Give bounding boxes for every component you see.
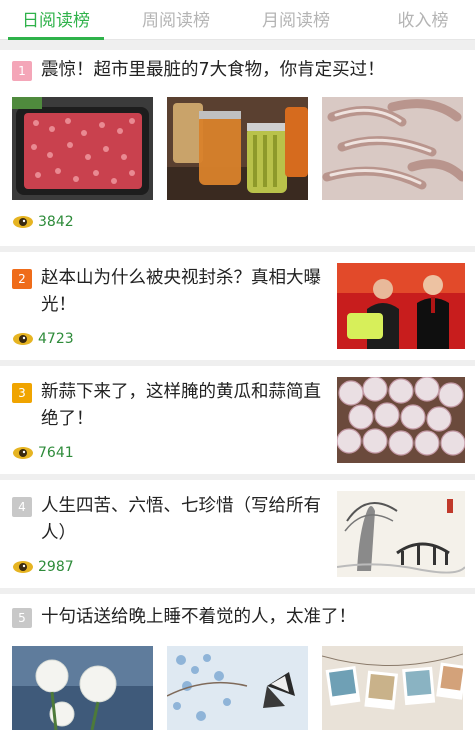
tab-income[interactable]: 收入榜 bbox=[375, 6, 471, 31]
article-title: 人生四苦、六悟、七珍惜（写给所有人） bbox=[41, 496, 321, 543]
hanging-polaroids-photo bbox=[322, 646, 463, 730]
eye-icon bbox=[13, 447, 33, 459]
white-flowers-photo bbox=[12, 646, 153, 730]
rank-badge: 4 bbox=[12, 497, 32, 517]
raw-shrimp-photo bbox=[322, 97, 463, 200]
list-item[interactable]: 2 赵本山为什么被央视封杀？真相大曝光！ 4723 bbox=[0, 252, 475, 358]
view-count-value: 2987 bbox=[38, 559, 74, 575]
ranking-tabs: 日阅读榜 周阅读榜 月阅读榜 收入榜 bbox=[0, 0, 475, 40]
rank-badge: 5 bbox=[12, 608, 32, 628]
tab-weekly[interactable]: 周阅读榜 bbox=[128, 6, 224, 31]
article-title: 十句话送给晚上睡不着觉的人，太准了！ bbox=[41, 607, 356, 627]
tab-monthly[interactable]: 月阅读榜 bbox=[248, 6, 344, 31]
list-item[interactable]: 5 十句话送给晚上睡不着觉的人，太准了！ bbox=[0, 594, 475, 730]
ink-landscape-painting bbox=[337, 491, 465, 577]
list-item[interactable]: 4 人生四苦、六悟、七珍惜（写给所有人） 2987 bbox=[0, 480, 475, 586]
eye-icon bbox=[13, 333, 33, 345]
view-count: 3842 bbox=[12, 214, 74, 230]
rank-badge: 1 bbox=[12, 61, 32, 81]
eye-icon bbox=[13, 216, 33, 228]
garlic-bulbs-photo bbox=[337, 377, 465, 463]
view-count-value: 3842 bbox=[38, 214, 74, 230]
rank-badge: 3 bbox=[12, 383, 32, 403]
article-title: 赵本山为什么被央视封杀？真相大曝光！ bbox=[41, 268, 321, 315]
view-count: 7641 bbox=[12, 445, 74, 461]
article-title-row: 4 人生四苦、六悟、七珍惜（写给所有人） bbox=[12, 493, 331, 547]
divider bbox=[0, 40, 475, 50]
article-title: 震惊！超市里最脏的7大食物，你肯定买过！ bbox=[41, 60, 385, 80]
view-count: 4723 bbox=[12, 331, 74, 347]
pickled-vegetables-jars-photo bbox=[167, 97, 308, 200]
rank-badge: 2 bbox=[12, 269, 32, 289]
article-title-row: 5 十句话送给晚上睡不着觉的人，太准了！ bbox=[12, 604, 461, 631]
ground-meat-photo bbox=[12, 97, 153, 200]
view-count: 2987 bbox=[12, 559, 74, 575]
view-count-value: 4723 bbox=[38, 331, 74, 347]
eye-icon bbox=[13, 561, 33, 573]
article-title-row: 1 震惊！超市里最脏的7大食物，你肯定买过！ bbox=[12, 57, 461, 84]
list-item[interactable]: 1 震惊！超市里最脏的7大食物，你肯定买过！ 3842 bbox=[0, 50, 475, 246]
article-title: 新蒜下来了，这样腌的黄瓜和蒜简直绝了！ bbox=[41, 382, 321, 429]
article-title-row: 3 新蒜下来了，这样腌的黄瓜和蒜简直绝了！ bbox=[12, 379, 331, 433]
two-performers-on-stage-photo bbox=[337, 263, 465, 349]
blue-blossom-butterfly-photo bbox=[167, 646, 308, 730]
list-item[interactable]: 3 新蒜下来了，这样腌的黄瓜和蒜简直绝了！ 7641 bbox=[0, 366, 475, 472]
tab-daily[interactable]: 日阅读榜 bbox=[8, 6, 104, 31]
view-count-value: 7641 bbox=[38, 445, 74, 461]
article-title-row: 2 赵本山为什么被央视封杀？真相大曝光！ bbox=[12, 265, 331, 319]
